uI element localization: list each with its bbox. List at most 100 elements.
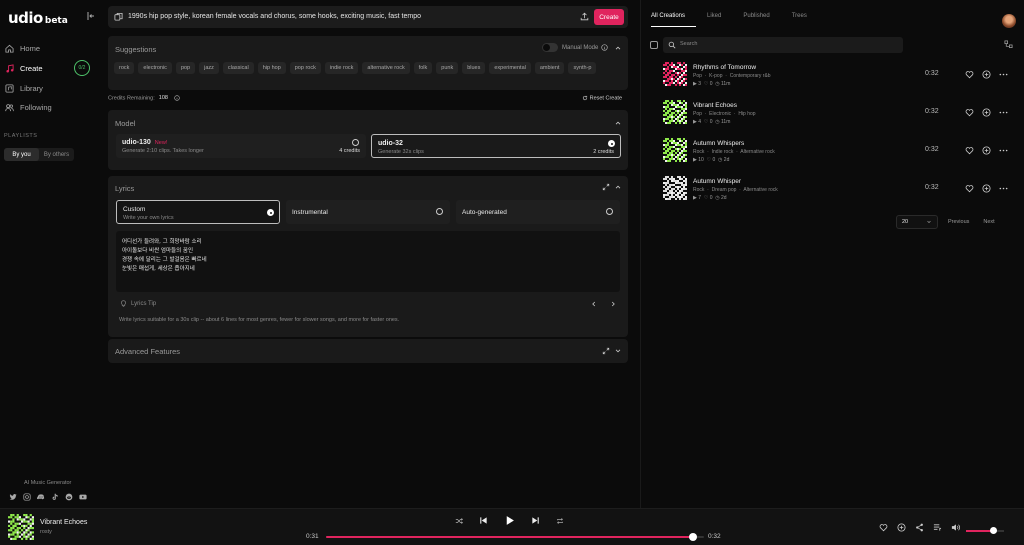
song-cover-art[interactable] xyxy=(663,62,687,86)
youtube-icon[interactable] xyxy=(79,493,87,501)
lyrics-radio[interactable] xyxy=(606,208,613,215)
heart-icon[interactable] xyxy=(965,70,974,79)
lyrics-textarea[interactable]: 어디선가 들려와, 그 희망바람 소리 아이돌보다 비싼 엄마들의 꿈인 경쟁 … xyxy=(116,231,620,292)
add-circle-icon[interactable] xyxy=(982,184,991,193)
search-field[interactable]: Search xyxy=(663,37,903,53)
more-options-icon[interactable] xyxy=(999,108,1008,117)
suggestion-chip[interactable]: folk xyxy=(413,62,433,74)
info-icon[interactable] xyxy=(173,95,180,101)
lyrics-option-custom[interactable]: Custom Write your own lyrics xyxy=(116,200,280,224)
song-tag[interactable]: Contemporary r&b xyxy=(730,73,771,79)
heart-icon[interactable] xyxy=(965,184,974,193)
chevron-up-icon[interactable] xyxy=(614,183,622,191)
tab-published[interactable]: Published xyxy=(732,13,780,27)
heart-icon[interactable] xyxy=(965,146,974,155)
tab-all-creations[interactable]: All Creations xyxy=(651,13,697,27)
nav-following[interactable]: Following xyxy=(4,99,96,115)
suggestion-chip[interactable]: pop xyxy=(175,62,196,74)
per-page-select[interactable]: 20 xyxy=(896,215,938,229)
expand-icon[interactable] xyxy=(602,183,610,191)
suggestion-chip[interactable]: rock xyxy=(114,62,135,74)
twitter-icon[interactable] xyxy=(9,493,17,501)
tab-liked[interactable]: Liked xyxy=(696,13,732,27)
heart-icon[interactable] xyxy=(879,523,888,532)
chevron-right-icon[interactable] xyxy=(609,300,617,308)
prompt-input[interactable]: 1990s hip pop style, korean female vocal… xyxy=(128,13,421,20)
song-row[interactable]: Rhythms of Tomorrow Pop · K-pop · Contem… xyxy=(663,62,1017,92)
lyrics-radio-selected[interactable] xyxy=(267,209,274,216)
suggestion-chip[interactable]: synth-p xyxy=(568,62,597,74)
song-row[interactable]: Vibrant Echoes Pop · Electronic · Hip ho… xyxy=(663,100,1017,130)
collapse-sidebar-icon[interactable] xyxy=(86,11,96,21)
tab-trees[interactable]: Trees xyxy=(781,13,818,27)
tree-view-icon[interactable] xyxy=(1004,40,1013,49)
suggestion-chip[interactable]: hip hop xyxy=(257,62,286,74)
expand-icon[interactable] xyxy=(602,347,610,355)
model-radio[interactable] xyxy=(352,139,359,146)
queue-icon[interactable] xyxy=(933,523,942,532)
lyrics-option-instrumental[interactable]: Instrumental xyxy=(286,200,450,224)
suggestion-chip[interactable]: ambient xyxy=(534,62,565,74)
previous-page-button[interactable]: Previous xyxy=(944,215,973,229)
info-icon[interactable] xyxy=(601,44,609,51)
avatar[interactable] xyxy=(1002,14,1016,28)
song-cover-art[interactable] xyxy=(663,100,687,124)
add-circle-icon[interactable] xyxy=(982,146,991,155)
more-options-icon[interactable] xyxy=(999,70,1008,79)
copy-prompt-icon[interactable] xyxy=(114,12,123,21)
chevron-up-icon[interactable] xyxy=(614,44,622,52)
volume-slider[interactable] xyxy=(966,527,1004,534)
create-button[interactable]: Create xyxy=(594,9,624,25)
song-tag[interactable]: Indie rock xyxy=(712,149,734,155)
song-cover-art[interactable] xyxy=(663,138,687,162)
reset-create-button[interactable]: Reset Create xyxy=(582,95,622,101)
advanced-features-panel[interactable]: Advanced Features xyxy=(108,339,628,363)
model-radio-selected[interactable] xyxy=(608,140,615,147)
song-tag[interactable]: Alternative rock xyxy=(740,149,774,155)
manual-mode-toggle[interactable]: Manual Mode xyxy=(542,43,609,52)
song-tag[interactable]: Hip hop xyxy=(738,111,755,117)
song-tag[interactable]: Alternative rock xyxy=(743,187,777,193)
suggestion-chip[interactable]: classical xyxy=(222,62,254,74)
instagram-icon[interactable] xyxy=(23,493,31,501)
shuffle-icon[interactable] xyxy=(455,517,463,525)
chevron-down-icon[interactable] xyxy=(614,347,622,355)
share-icon[interactable] xyxy=(915,523,924,532)
suggestion-chip[interactable]: electronic xyxy=(138,62,172,74)
previous-track-icon[interactable] xyxy=(479,516,488,525)
repeat-icon[interactable] xyxy=(556,517,564,525)
search-input[interactable]: Search xyxy=(680,41,697,47)
suggestion-chip[interactable]: blues xyxy=(462,62,486,74)
chevron-left-icon[interactable] xyxy=(590,300,598,308)
upload-icon[interactable] xyxy=(580,12,589,21)
song-title[interactable]: Vibrant Echoes xyxy=(693,102,737,109)
suggestion-chip[interactable]: pop rock xyxy=(289,62,321,74)
model-option-udio-130[interactable]: udio-130 New! Generate 2:10 clips. Takes … xyxy=(116,134,366,158)
volume-handle[interactable] xyxy=(989,527,997,534)
nav-home[interactable]: Home xyxy=(4,40,96,56)
nav-library[interactable]: Library xyxy=(4,80,96,96)
next-track-icon[interactable] xyxy=(531,516,540,525)
song-tag[interactable]: Pop xyxy=(693,73,702,79)
song-tag[interactable]: K-pop xyxy=(709,73,722,79)
select-all-checkbox[interactable] xyxy=(650,41,658,49)
more-options-icon[interactable] xyxy=(999,184,1008,193)
song-tag[interactable]: Pop xyxy=(693,111,702,117)
suggestion-chip[interactable]: punk xyxy=(436,62,459,74)
song-title[interactable]: Autumn Whispers xyxy=(693,140,744,147)
model-option-udio-32[interactable]: udio-32 Generate 32s clips 2 credits xyxy=(371,134,621,158)
lyrics-option-auto-generated[interactable]: Auto-generated xyxy=(456,200,620,224)
play-icon[interactable] xyxy=(504,515,515,526)
tiktok-icon[interactable] xyxy=(51,493,59,501)
suggestion-chip[interactable]: alternative rock xyxy=(362,62,410,74)
song-cover-art[interactable] xyxy=(663,176,687,200)
logo[interactable]: udio beta xyxy=(8,9,68,27)
song-tag[interactable]: Rock xyxy=(693,149,704,155)
discord-icon[interactable] xyxy=(37,493,45,501)
suggestion-chip[interactable]: experimental xyxy=(489,62,531,74)
toggle-by-others[interactable]: By others xyxy=(39,148,74,161)
reddit-icon[interactable] xyxy=(65,493,73,501)
manual-mode-switch[interactable] xyxy=(542,43,558,52)
more-options-icon[interactable] xyxy=(999,146,1008,155)
song-row[interactable]: Autumn Whispers Rock · Indie rock · Alte… xyxy=(663,138,1017,168)
